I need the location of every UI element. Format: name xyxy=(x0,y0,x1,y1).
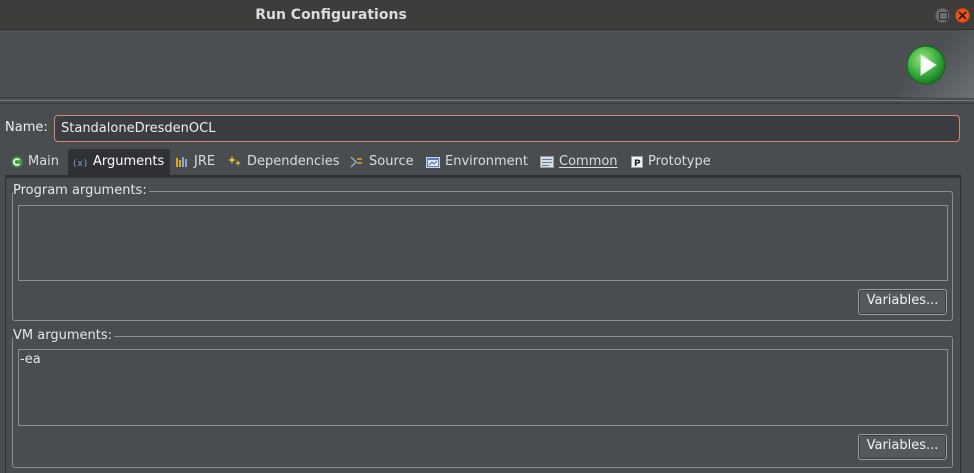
dependencies-icon xyxy=(228,155,241,166)
environment-icon xyxy=(426,156,440,168)
tab-jre[interactable]: JRE xyxy=(171,149,223,175)
run-configurations-dialog: Run Configurations Name: StandaloneDresd… xyxy=(0,0,974,473)
close-window-button[interactable] xyxy=(955,8,970,23)
tab-source[interactable]: Source xyxy=(346,149,418,175)
title-bar: Run Configurations xyxy=(0,0,974,30)
tab-environment[interactable]: Environment xyxy=(422,149,534,175)
tab-main-label: Main xyxy=(28,154,60,169)
arguments-panel: Program arguments: Variables... VM argum… xyxy=(5,178,961,473)
tab-common[interactable]: Common xyxy=(536,149,626,175)
header-banner xyxy=(0,30,974,98)
program-arguments-textarea[interactable] xyxy=(18,205,948,281)
tab-environment-label: Environment xyxy=(445,154,529,169)
restore-window-button[interactable] xyxy=(935,8,950,23)
run-icon xyxy=(906,45,946,85)
tab-dependencies[interactable]: Dependencies xyxy=(224,149,344,175)
tab-prototype[interactable]: P Prototype xyxy=(627,149,727,175)
name-input[interactable] xyxy=(54,115,960,142)
jre-icon xyxy=(176,156,187,167)
tab-prototype-label: Prototype xyxy=(648,154,711,169)
tab-dependencies-label: Dependencies xyxy=(247,154,340,169)
separator xyxy=(0,100,974,101)
tab-arguments-label: Arguments xyxy=(93,154,165,169)
tab-bar: Main (x)= Arguments JRE Dependencies Sou… xyxy=(5,149,961,176)
arguments-icon: (x)= xyxy=(72,159,88,168)
name-label: Name: xyxy=(5,120,48,135)
tab-source-label: Source xyxy=(369,154,414,169)
svg-text:(x)=: (x)= xyxy=(72,159,88,168)
vm-variables-button[interactable]: Variables... xyxy=(858,434,947,460)
main-c-icon xyxy=(11,156,23,167)
tab-common-label: Common xyxy=(559,154,618,169)
tab-jre-label: JRE xyxy=(194,154,216,169)
separator xyxy=(0,103,974,104)
tab-main[interactable]: Main xyxy=(7,149,69,175)
svg-text:P: P xyxy=(634,159,641,168)
vm-arguments-label: VM arguments: xyxy=(13,328,114,343)
prototype-icon: P xyxy=(631,155,643,168)
program-variables-button[interactable]: Variables... xyxy=(858,289,947,315)
tab-arguments[interactable]: (x)= Arguments xyxy=(68,149,170,175)
common-icon xyxy=(540,155,554,168)
program-arguments-label: Program arguments: xyxy=(13,183,149,198)
window-title: Run Configurations xyxy=(255,7,407,23)
source-icon xyxy=(350,155,362,168)
vm-arguments-textarea[interactable]: -ea xyxy=(18,349,948,426)
close-icon xyxy=(958,11,967,20)
